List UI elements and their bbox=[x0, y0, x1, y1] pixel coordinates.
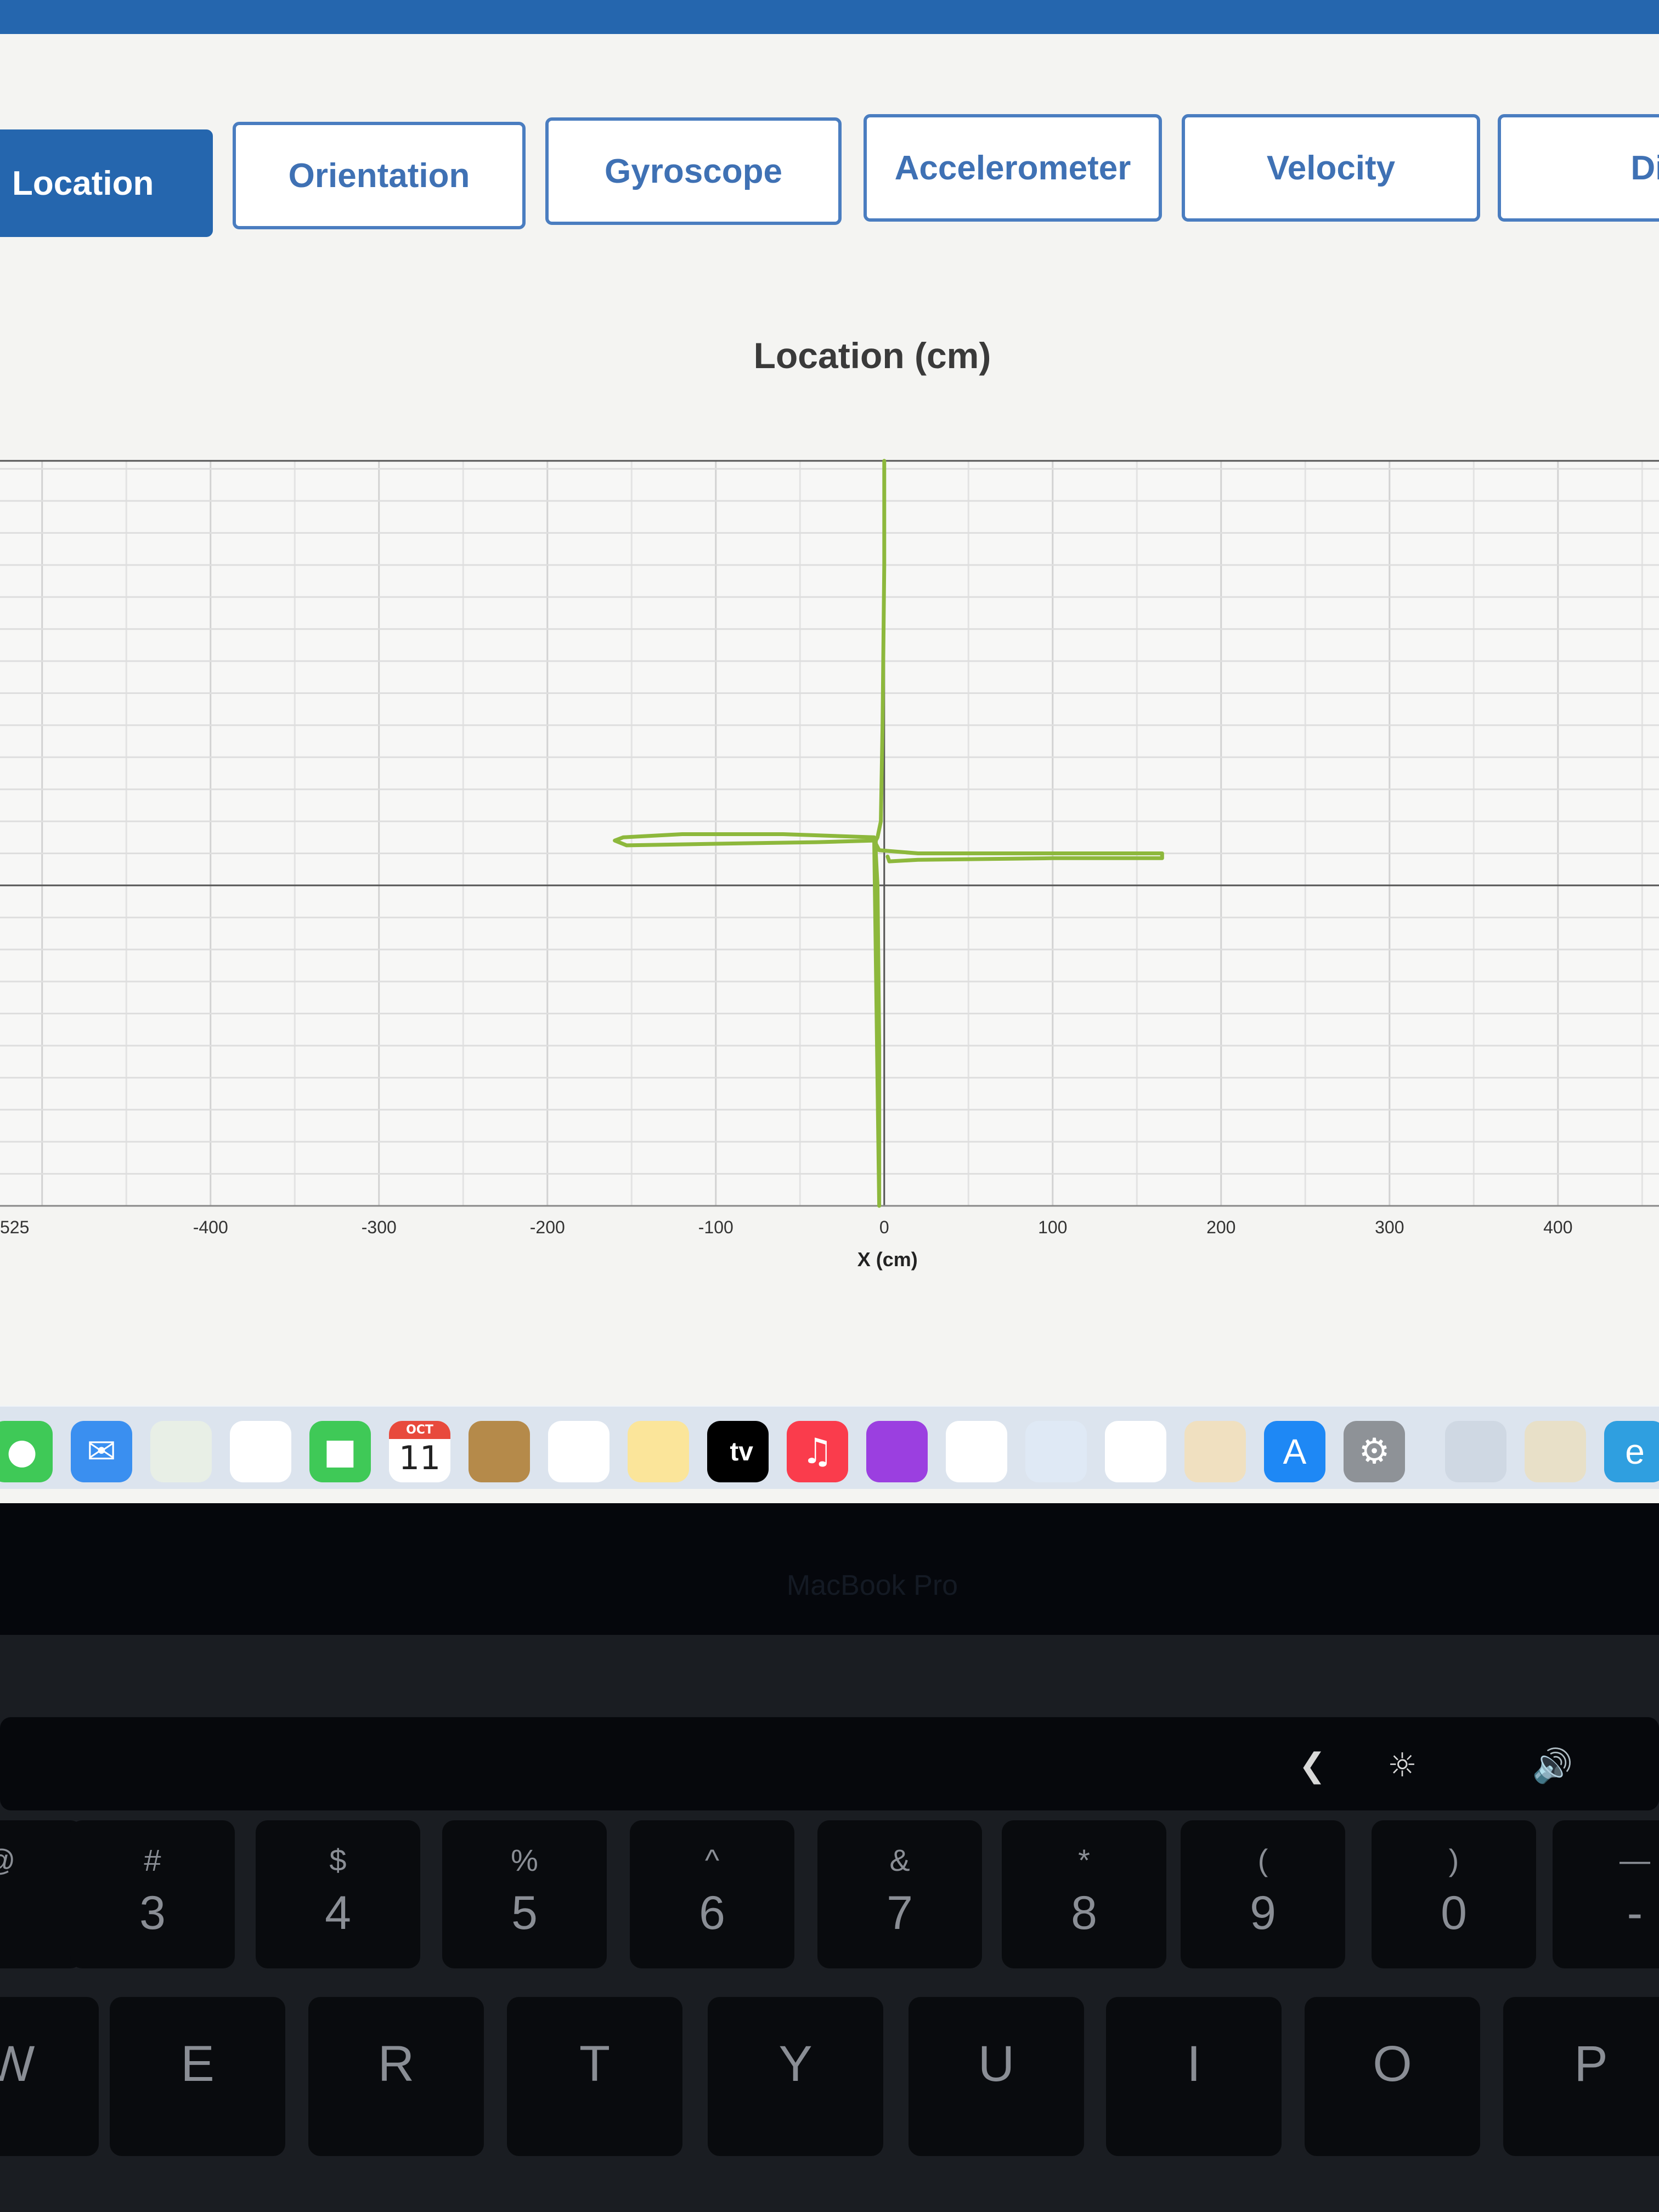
calendar-month: OCT bbox=[389, 1421, 450, 1439]
key-0[interactable]: ) 0 bbox=[1372, 1820, 1536, 1968]
edge-icon[interactable]: e bbox=[1604, 1421, 1659, 1482]
tab-velocity[interactable]: Velocity bbox=[1182, 114, 1480, 222]
plot-area bbox=[0, 461, 1659, 1206]
tab-location[interactable]: Location bbox=[0, 129, 213, 237]
chart-grid bbox=[0, 461, 1659, 1207]
x-tick-label: -200 bbox=[530, 1217, 565, 1237]
key-o[interactable]: O bbox=[1305, 1997, 1480, 2156]
x-tick-label: 0 bbox=[879, 1217, 889, 1237]
contacts-icon[interactable] bbox=[469, 1421, 530, 1482]
key-letter-label: T bbox=[579, 2036, 611, 2092]
reminders-icon[interactable] bbox=[548, 1421, 610, 1482]
x-tick-label: 200 bbox=[1206, 1217, 1235, 1237]
tv-label: tv bbox=[722, 1437, 753, 1466]
key-t[interactable]: T bbox=[507, 1997, 682, 2156]
tab-orientation[interactable]: Orientation bbox=[233, 122, 526, 229]
volume-icon[interactable]: 🔊 bbox=[1520, 1738, 1585, 1793]
tab-distance[interactable]: Dista bbox=[1498, 114, 1659, 222]
numbers-icon[interactable] bbox=[1105, 1421, 1166, 1482]
key-letter-label: E bbox=[180, 2036, 215, 2092]
key-shift-label: & bbox=[889, 1843, 910, 1877]
photos-icon[interactable] bbox=[230, 1421, 291, 1482]
key-shift-label: * bbox=[1078, 1843, 1090, 1877]
key-letter-label: Y bbox=[778, 2036, 812, 2092]
key-letter-label: I bbox=[1187, 2036, 1201, 2092]
podcasts-icon[interactable] bbox=[866, 1421, 928, 1482]
key-w[interactable]: W bbox=[0, 1997, 99, 2156]
key-main-label: 8 bbox=[1071, 1887, 1097, 1939]
key-u[interactable]: U bbox=[909, 1997, 1084, 2156]
key-shift-label: ( bbox=[1257, 1843, 1268, 1877]
tab-gyroscope[interactable]: Gyroscope bbox=[545, 117, 842, 225]
x-tick-label: -100 bbox=[698, 1217, 733, 1237]
key-letter-label: U bbox=[978, 2036, 1015, 2092]
system-settings-icon[interactable]: ⚙ bbox=[1344, 1421, 1405, 1482]
key--[interactable]: — - bbox=[1553, 1820, 1659, 1968]
bezel-label: MacBook Pro bbox=[786, 1570, 958, 1601]
key-shift-label: $ bbox=[329, 1843, 347, 1877]
app-store-icon[interactable]: A bbox=[1264, 1421, 1325, 1482]
news-icon[interactable] bbox=[946, 1421, 1007, 1482]
tab-accelerometer[interactable]: Accelerometer bbox=[864, 114, 1162, 222]
touchbar-collapse-icon[interactable]: ❮ bbox=[1279, 1738, 1345, 1793]
x-tick-label: -300 bbox=[362, 1217, 397, 1237]
mail-icon[interactable]: ✉ bbox=[71, 1421, 132, 1482]
key-main-label: 7 bbox=[887, 1887, 913, 1939]
x-tick-label: 525 bbox=[0, 1217, 29, 1237]
key-y[interactable]: Y bbox=[708, 1997, 883, 2156]
keynote-icon[interactable] bbox=[1025, 1421, 1087, 1482]
x-tick-labels: 525 -400 -300 -200 -100 0 100 200 300 400 bbox=[0, 1217, 1572, 1237]
x-axis-label: X (cm) bbox=[857, 1248, 918, 1271]
key-3[interactable]: #3 bbox=[70, 1820, 235, 1968]
x-tick-label: 300 bbox=[1375, 1217, 1404, 1237]
calendar-day: 11 bbox=[398, 1439, 441, 1477]
key-main-label: 6 bbox=[699, 1887, 725, 1939]
key-5[interactable]: % 5 bbox=[442, 1820, 607, 1968]
music-icon[interactable]: ♫ bbox=[787, 1421, 848, 1482]
location-chart: 525 -400 -300 -200 -100 0 100 200 300 400 X (cm) bbox=[0, 459, 1659, 1271]
messages-icon[interactable]: ● bbox=[0, 1421, 53, 1482]
key-letter-label: R bbox=[377, 2036, 415, 2092]
key-main-label: 3 bbox=[139, 1887, 166, 1939]
key-main-label: 5 bbox=[511, 1887, 538, 1939]
tv-icon[interactable]: tv bbox=[707, 1421, 769, 1482]
x-tick-label: 400 bbox=[1543, 1217, 1572, 1237]
calendar-icon[interactable]: OCT 11 bbox=[389, 1421, 450, 1482]
key-letter-label: O bbox=[1373, 2036, 1412, 2092]
key-6[interactable]: ^ 6 bbox=[630, 1820, 794, 1968]
key-shift-label: # bbox=[144, 1843, 161, 1877]
key-e[interactable]: E bbox=[110, 1997, 285, 2156]
key-p[interactable]: P bbox=[1503, 1997, 1659, 2156]
key-main-label: 4 bbox=[325, 1887, 351, 1939]
notes-icon[interactable] bbox=[628, 1421, 689, 1482]
key-main-label: 0 bbox=[1441, 1887, 1467, 1939]
facetime-icon[interactable]: ■ bbox=[309, 1421, 371, 1482]
key-main-label: - bbox=[1627, 1887, 1643, 1939]
key-shift-label: ^ bbox=[704, 1843, 720, 1877]
key-main-label: 9 bbox=[1250, 1887, 1276, 1939]
chart-title: Location (cm) bbox=[753, 335, 991, 376]
pages-icon[interactable] bbox=[1184, 1421, 1246, 1482]
key-4[interactable]: $4 bbox=[256, 1820, 420, 1968]
maps-icon[interactable] bbox=[150, 1421, 212, 1482]
preview-icon[interactable] bbox=[1445, 1421, 1506, 1482]
key-9[interactable]: (9 bbox=[1181, 1820, 1345, 1968]
key-shift-label: ) bbox=[1448, 1843, 1459, 1877]
key-7[interactable]: & 7 bbox=[817, 1820, 982, 1968]
python-icon[interactable] bbox=[1525, 1421, 1586, 1482]
top-bar bbox=[0, 0, 1659, 34]
key-r[interactable]: R bbox=[308, 1997, 484, 2156]
key-letter-label: P bbox=[1574, 2036, 1608, 2092]
x-tick-label: 100 bbox=[1038, 1217, 1067, 1237]
key-shift-label: % bbox=[511, 1843, 538, 1877]
key-letter-label: W bbox=[0, 2036, 35, 2092]
key-8[interactable]: * 8 bbox=[1002, 1820, 1166, 1968]
key-shift-label: — bbox=[1620, 1843, 1650, 1877]
brightness-icon[interactable]: ☼ bbox=[1369, 1738, 1435, 1793]
x-tick-label: -400 bbox=[193, 1217, 228, 1237]
laptop-screen: Location Orientation Gyroscope Accelerom… bbox=[0, 0, 1659, 1503]
key-i[interactable]: I bbox=[1106, 1997, 1282, 2156]
